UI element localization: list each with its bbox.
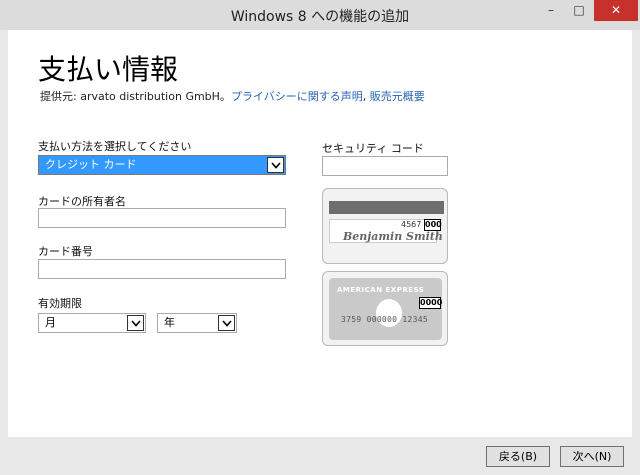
security-code-input[interactable]	[322, 156, 448, 176]
expiry-year-select[interactable]: 年	[157, 313, 237, 333]
card-back-name: Benjamin Smith	[343, 230, 443, 243]
expiry-label: 有効期限	[38, 297, 82, 310]
provider-text: 提供元: arvato distribution GmbH。	[40, 90, 231, 103]
amex-card-face: AMERICAN EXPRESS 0000 3759 000000 12345	[329, 278, 442, 340]
next-button[interactable]: 次へ(N)	[560, 446, 624, 467]
amex-code: 0000	[419, 297, 443, 309]
payment-method-label: 支払い方法を選択してください	[38, 140, 192, 153]
maximize-button[interactable]: □	[566, 0, 592, 21]
expiry-month-value: 月	[45, 316, 56, 329]
card-back-number: 4567	[401, 220, 422, 229]
expiry-month-dropdown-button[interactable]	[127, 315, 144, 331]
payment-method-dropdown-button[interactable]	[267, 157, 284, 173]
chevron-down-icon	[130, 319, 141, 327]
payment-method-value: クレジット カード	[45, 158, 137, 171]
expiry-month-select[interactable]: 月	[38, 313, 146, 333]
chevron-down-icon	[270, 161, 281, 169]
chevron-down-icon	[221, 319, 232, 327]
page-title: 支払い情報	[38, 53, 179, 86]
cardholder-label: カードの所有者名	[38, 195, 126, 208]
payment-method-select[interactable]: クレジット カード	[38, 155, 286, 175]
minimize-button[interactable]: –	[538, 0, 564, 21]
back-button[interactable]: 戻る(B)	[486, 446, 550, 467]
card-back-illustration: 4567 000 Benjamin Smith	[322, 188, 448, 264]
magnetic-stripe	[329, 201, 444, 214]
amex-card-illustration: AMERICAN EXPRESS 0000 3759 000000 12345	[322, 271, 448, 346]
close-button[interactable]: ✕	[594, 0, 638, 21]
expiry-year-dropdown-button[interactable]	[218, 315, 235, 331]
amex-title: AMERICAN EXPRESS	[337, 286, 425, 294]
seller-link[interactable]: 販売元概要	[370, 90, 425, 103]
security-code-label: セキュリティ コード	[322, 142, 424, 155]
card-number-label: カード番号	[38, 245, 93, 258]
title-bar: Windows 8 への機能の追加 – □ ✕	[0, 0, 640, 30]
provider-info: 提供元: arvato distribution GmbH。プライバシーに関する…	[40, 88, 425, 104]
cardholder-input[interactable]	[38, 208, 286, 228]
expiry-year-value: 年	[164, 316, 175, 329]
amex-number: 3759 000000 12345	[341, 315, 428, 324]
privacy-link[interactable]: プライバシーに関する声明	[231, 90, 363, 103]
card-number-input[interactable]	[38, 259, 286, 279]
link-separator: ,	[362, 90, 370, 103]
content-panel: 支払い情報 提供元: arvato distribution GmbH。プライバ…	[8, 30, 632, 437]
